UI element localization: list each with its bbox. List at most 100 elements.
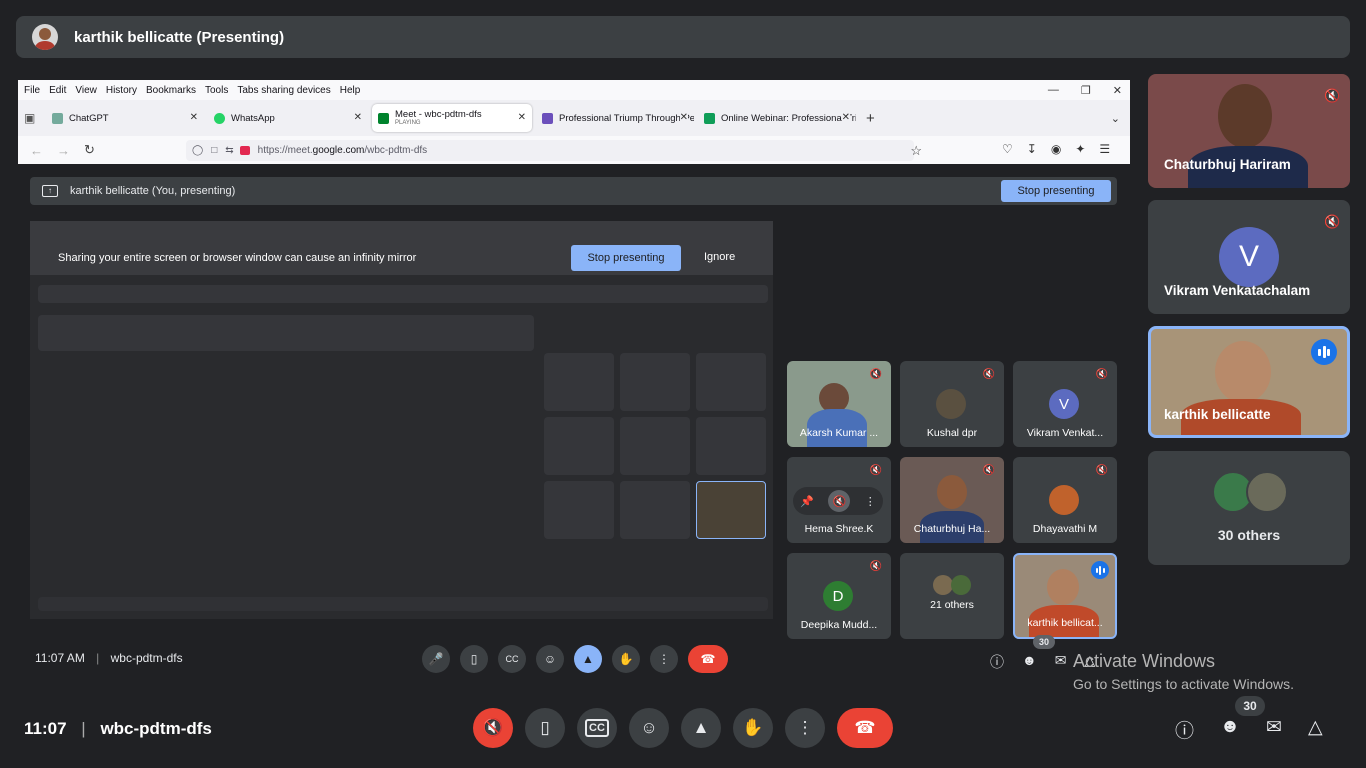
account-icon[interactable]: ◉ [1051, 142, 1061, 156]
inner-stop-presenting-button[interactable]: Stop presenting [1001, 180, 1111, 202]
url-field[interactable]: ◯ □ ⇆ https://meet.google.com/wbc-pdtm-d… [186, 140, 922, 161]
tile-hover-controls: 📌 🔇 ⋮ [793, 487, 883, 515]
inner-end-call-icon[interactable]: ☎ [688, 645, 728, 673]
participant-tile[interactable]: 21 others [900, 553, 1004, 639]
menu-help[interactable]: Help [340, 85, 361, 96]
tab-chatgpt[interactable]: ChatGPT ✕ [46, 104, 204, 132]
tab-label: Meet - wbc-pdtm-dfs [395, 108, 482, 120]
participant-tile[interactable]: V 🔇 Vikram Venkat... [1013, 361, 1117, 447]
inner-people-icon[interactable]: ☻ [1022, 652, 1037, 672]
extensions-icon[interactable]: ✦ [1075, 142, 1085, 156]
participant-tile[interactable]: 🔇 Akarsh Kumar ... [787, 361, 891, 447]
participant-name: Vikram Venkatachalam [1164, 283, 1311, 298]
download-icon[interactable]: ↧ [1027, 142, 1037, 156]
sidebar-tile-vikram[interactable]: V 🔇 Vikram Venkatachalam [1148, 200, 1350, 314]
inner-hand-icon[interactable]: ✋ [612, 645, 640, 673]
participant-video [937, 475, 967, 509]
mirror-warning [38, 315, 534, 351]
menu-tabs-sharing[interactable]: Tabs sharing devices [237, 85, 330, 96]
emoji-button[interactable]: ☺ [629, 708, 669, 748]
inner-emoji-icon[interactable]: ☺ [536, 645, 564, 673]
url-prefix: https://meet. [257, 145, 313, 156]
menu-bookmarks[interactable]: Bookmarks [146, 85, 196, 96]
chat-icon[interactable]: ✉ [1266, 716, 1282, 743]
close-tab-icon[interactable]: ✕ [354, 112, 362, 123]
pin-icon[interactable]: 📌 [800, 495, 814, 508]
present-button[interactable]: ▲ [681, 708, 721, 748]
captions-button[interactable]: CC [577, 708, 617, 748]
tab-overview-icon[interactable]: ▣ [24, 111, 46, 125]
menu-edit[interactable]: Edit [49, 85, 66, 96]
menu-tools[interactable]: Tools [205, 85, 228, 96]
participant-tile-speaking[interactable]: karthik bellicat... [1013, 553, 1117, 639]
reload-icon[interactable]: ↻ [84, 142, 95, 158]
inner-chat-icon[interactable]: ✉ [1055, 652, 1067, 672]
mic-off-button[interactable]: 🔇 [473, 708, 513, 748]
menu-view[interactable]: View [75, 85, 97, 96]
warning-ignore-button[interactable]: Ignore [704, 251, 735, 263]
tab-list-icon[interactable]: ⌄ [1111, 112, 1120, 125]
end-call-button[interactable]: ☎ [837, 708, 893, 748]
more-options-icon[interactable]: ⋮ [865, 495, 876, 508]
menu-history[interactable]: History [106, 85, 137, 96]
inner-present-icon[interactable]: ▲ [574, 645, 602, 673]
inner-captions-icon[interactable]: CC [498, 645, 526, 673]
participant-tile[interactable]: D 🔇 Deepika Mudd... [787, 553, 891, 639]
sharing-indicator-icon[interactable] [239, 146, 250, 155]
sidebar-tile-chaturbhuj[interactable]: 🔇 Chaturbhuj Hariram [1148, 74, 1350, 188]
tab-professional-triumph[interactable]: Professional Triump Through Pe ✕ [536, 104, 694, 132]
avatar: V [1049, 389, 1079, 419]
sidebar-tile-others[interactable]: 30 others [1148, 451, 1350, 565]
people-icon[interactable]: ☻ [1220, 716, 1240, 743]
others-label: 21 others [930, 599, 974, 611]
menu-file[interactable]: File [24, 85, 40, 96]
close-tab-icon[interactable]: ✕ [190, 112, 198, 123]
tab-online-webinar[interactable]: Online Webinar: Professional Tri ✕ [698, 104, 856, 132]
inner-mic-icon[interactable]: 🎤 [422, 645, 450, 673]
watermark-subtitle: Go to Settings to activate Windows. [1073, 676, 1294, 692]
mute-participant-icon[interactable]: 🔇 [828, 490, 851, 512]
warning-stop-presenting-button[interactable]: Stop presenting [571, 245, 681, 271]
bookmark-star-icon[interactable]: ☆ [910, 143, 922, 159]
restore-icon[interactable]: ❐ [1081, 84, 1091, 97]
close-tab-icon[interactable]: ✕ [679, 112, 688, 123]
participant-name: Kushal dpr [926, 427, 978, 439]
whatsapp-icon [214, 112, 225, 124]
camera-button[interactable]: ▯ [525, 708, 565, 748]
app-menu-icon[interactable]: ☰ [1099, 142, 1110, 156]
lock-icon[interactable]: □ [211, 145, 217, 156]
meeting-details-icon[interactable]: ⓘ [1175, 716, 1194, 743]
pocket-icon[interactable]: ♡ [1002, 142, 1013, 156]
participant-name: Dhayavathi M [1032, 523, 1098, 535]
permissions-icon[interactable]: ⇆ [225, 145, 233, 156]
tab-playing-label: PLAYING [395, 120, 421, 126]
inner-more-icon[interactable]: ⋮ [650, 645, 678, 673]
mirror-tile [696, 417, 766, 475]
minimize-icon[interactable]: — [1048, 84, 1059, 97]
forward-icon[interactable]: → [57, 143, 70, 158]
participant-tile[interactable]: 🔇 Dhayavathi M [1013, 457, 1117, 543]
sidebar-tile-karthik-speaking[interactable]: karthik bellicatte [1148, 326, 1350, 438]
new-tab-icon[interactable]: + [866, 110, 875, 127]
participant-name: Chaturbhuj Ha... [913, 523, 991, 535]
participant-tile[interactable]: 📌 🔇 ⋮ 🔇 Hema Shree.K [787, 457, 891, 543]
shared-screen: File Edit View History Bookmarks Tools T… [18, 80, 1130, 682]
tab-whatsapp[interactable]: WhatsApp ✕ [208, 104, 368, 132]
back-icon[interactable]: ← [30, 143, 43, 158]
inner-control-bar: 11:07 AM | wbc-pdtm-dfs 🎤 ▯ CC ☺ ▲ ✋ ⋮ ☎… [18, 635, 1130, 682]
mirror-tile [620, 353, 690, 411]
mirror-tile [620, 481, 690, 539]
close-tab-icon[interactable]: ✕ [841, 112, 850, 123]
more-options-button[interactable]: ⋮ [785, 708, 825, 748]
activities-icon[interactable]: △ [1308, 716, 1323, 743]
participant-tile[interactable]: 🔇 Chaturbhuj Ha... [900, 457, 1004, 543]
close-icon[interactable]: ✕ [1113, 84, 1122, 97]
close-tab-icon[interactable]: ✕ [518, 112, 526, 123]
shield-icon[interactable]: ◯ [192, 145, 203, 156]
inner-info-icon[interactable]: ⓘ [990, 652, 1004, 672]
tab-meet[interactable]: Meet - wbc-pdtm-dfs PLAYING ✕ [372, 104, 532, 132]
raise-hand-button[interactable]: ✋ [733, 708, 773, 748]
participant-name: Hema Shree.K [804, 523, 874, 535]
participant-tile[interactable]: 🔇 Kushal dpr [900, 361, 1004, 447]
inner-camera-icon[interactable]: ▯ [460, 645, 488, 673]
